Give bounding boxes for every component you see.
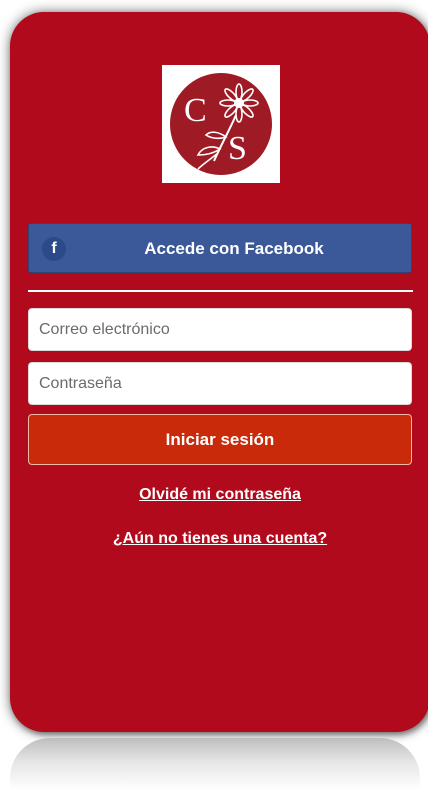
logo-letter-c: C bbox=[184, 92, 207, 129]
facebook-login-button[interactable]: f Accede con Facebook bbox=[28, 223, 412, 273]
divider bbox=[28, 290, 413, 292]
signup-link[interactable]: ¿Aún no tienes una cuenta? bbox=[10, 530, 428, 548]
card-reflection bbox=[10, 738, 420, 790]
login-card: C S f Accede con Facebook Iniciar sesión… bbox=[10, 12, 428, 732]
password-field[interactable] bbox=[28, 362, 412, 405]
logo-letter-s: S bbox=[228, 130, 247, 167]
facebook-login-label: Accede con Facebook bbox=[144, 239, 324, 258]
email-field[interactable] bbox=[28, 308, 412, 351]
brand-logo: C S bbox=[162, 65, 280, 183]
forgot-password-link[interactable]: Olvidé mi contraseña bbox=[10, 486, 428, 504]
login-button[interactable]: Iniciar sesión bbox=[28, 414, 412, 465]
logo-emblem: C S bbox=[170, 73, 272, 175]
app-stage: C S f Accede con Facebook Iniciar sesión… bbox=[0, 0, 428, 794]
